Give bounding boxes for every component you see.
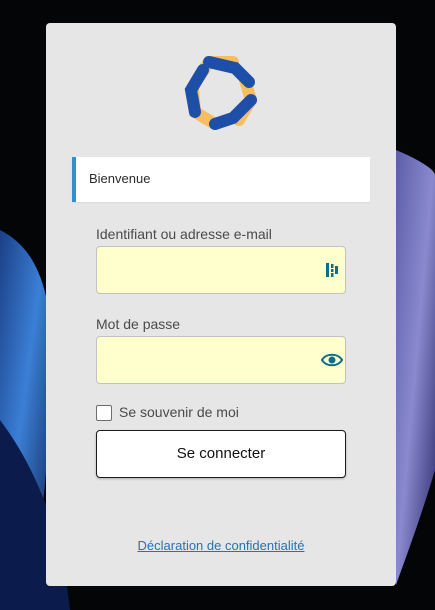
remember-me-label[interactable]: Se souvenir de moi	[119, 404, 239, 420]
password-manager-icon[interactable]	[325, 262, 341, 278]
hexagonal-knot-logo-icon	[182, 53, 260, 131]
username-label: Identifiant ou adresse e-mail	[96, 226, 272, 242]
login-panel: Bienvenue Identifiant ou adresse e-mail …	[46, 23, 396, 586]
password-input[interactable]	[97, 337, 327, 383]
welcome-message: Bienvenue	[72, 157, 370, 202]
username-input[interactable]	[97, 247, 327, 293]
eye-icon	[320, 353, 344, 367]
privacy-policy: Déclaration de confidentialité	[46, 538, 396, 553]
remember-me-checkbox[interactable]	[96, 405, 112, 421]
show-password-button[interactable]	[319, 348, 345, 372]
password-field[interactable]	[96, 336, 346, 384]
username-field[interactable]	[96, 246, 346, 294]
privacy-policy-link[interactable]: Déclaration de confidentialité	[138, 538, 305, 553]
login-button[interactable]: Se connecter	[96, 430, 346, 478]
welcome-text: Bienvenue	[89, 171, 151, 186]
password-label: Mot de passe	[96, 316, 181, 332]
